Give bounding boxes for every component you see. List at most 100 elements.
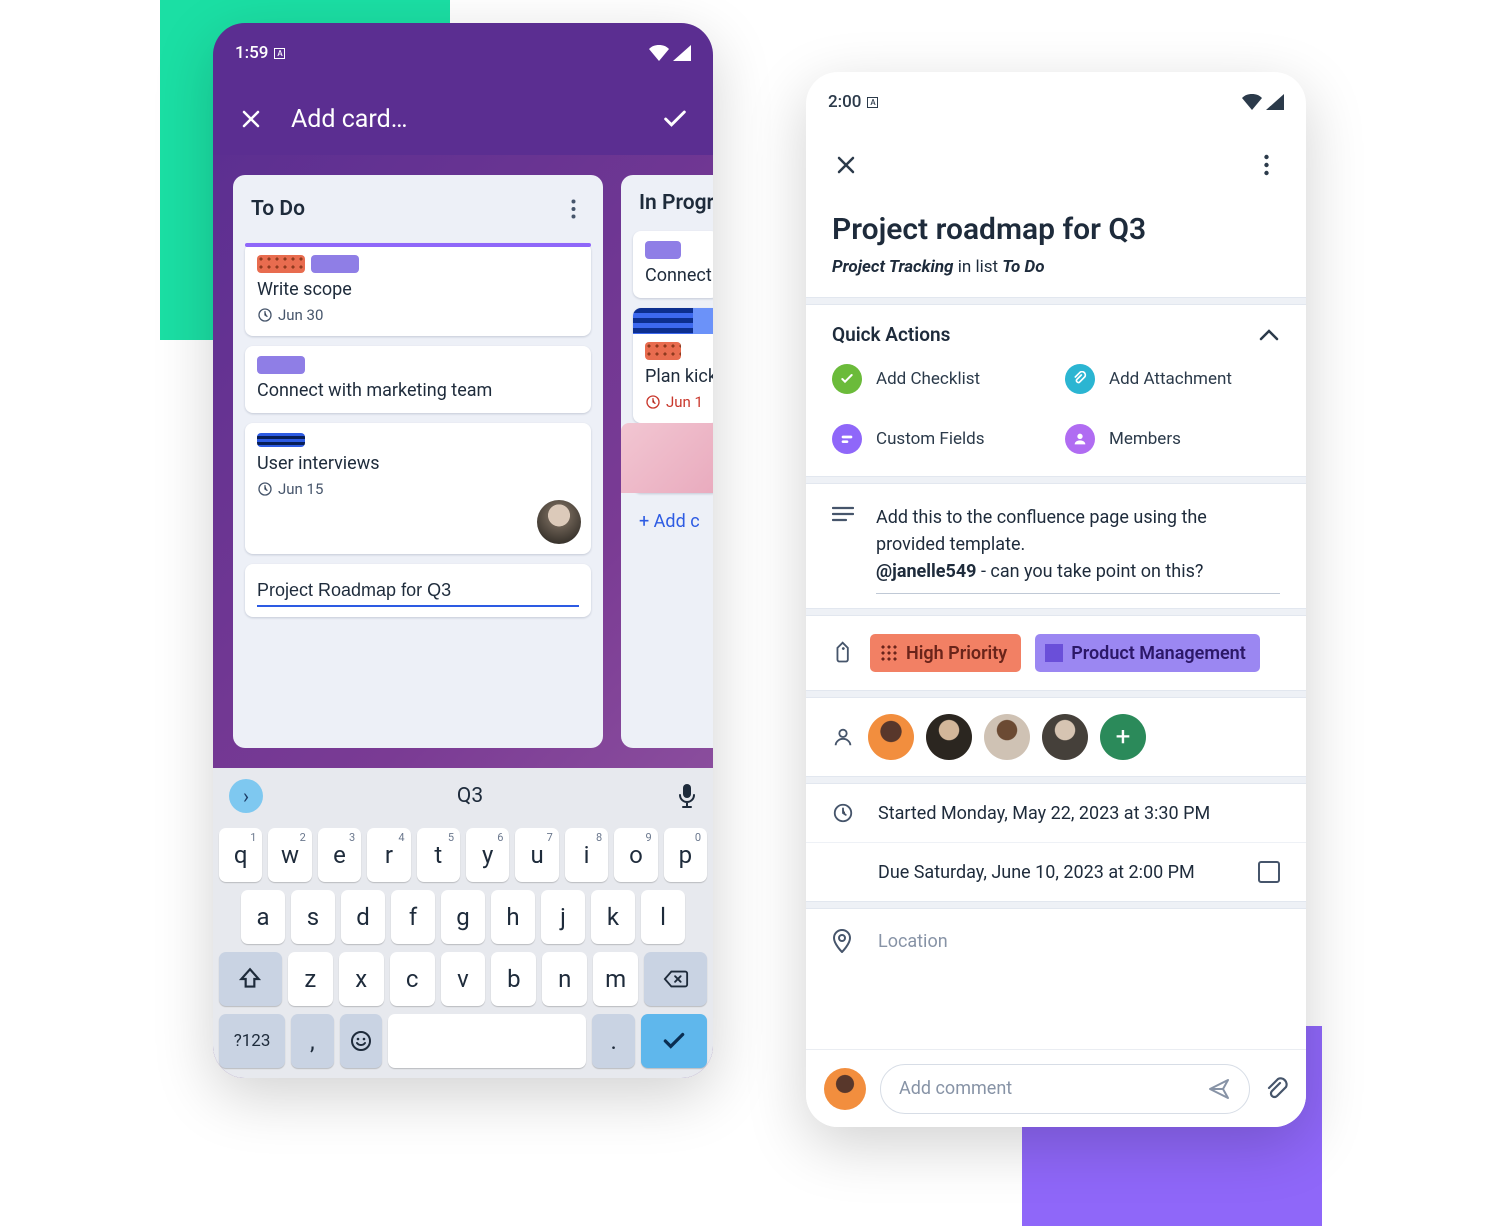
key-j[interactable]: j: [541, 890, 585, 944]
enter-key[interactable]: [641, 1014, 707, 1068]
card-connect[interactable]: Connect: [633, 231, 713, 298]
comment-placeholder: Add comment: [899, 1078, 1012, 1099]
card-title: User interviews: [257, 453, 579, 474]
keyboard-suggestion-bar: › Q3: [213, 768, 713, 824]
card-detail-body: Project roadmap for Q3 Project Tracking …: [806, 198, 1306, 1127]
card-connect-marketing[interactable]: Connect with marketing team: [245, 346, 591, 413]
key-x[interactable]: x: [339, 952, 384, 1006]
list-title: To Do: [251, 197, 561, 221]
key-y[interactable]: y6: [466, 828, 509, 882]
add-member-button[interactable]: +: [1100, 714, 1146, 760]
due-complete-checkbox[interactable]: [1258, 861, 1280, 883]
key-s[interactable]: s: [291, 890, 335, 944]
location-row[interactable]: Location: [806, 909, 1306, 953]
card-user-interviews[interactable]: User interviews Jun 15: [245, 423, 591, 554]
key-q[interactable]: q1: [219, 828, 262, 882]
custom-fields-icon: [832, 424, 862, 454]
comma-key[interactable]: ,: [291, 1014, 334, 1068]
signal-icon: [1266, 94, 1284, 110]
key-a[interactable]: a: [241, 890, 285, 944]
key-f[interactable]: f: [391, 890, 435, 944]
checklist-icon: [832, 364, 862, 394]
key-d[interactable]: d: [341, 890, 385, 944]
card-plan-kick[interactable]: Plan kick Jun 1: [633, 308, 713, 423]
key-w[interactable]: w2: [268, 828, 311, 882]
key-z[interactable]: z: [288, 952, 333, 1006]
comment-input[interactable]: Add comment: [880, 1064, 1250, 1114]
quick-actions-header[interactable]: Quick Actions: [806, 305, 1306, 364]
close-icon[interactable]: [828, 147, 864, 183]
space-key[interactable]: [388, 1014, 586, 1068]
mic-icon[interactable]: [677, 783, 697, 809]
chevron-right-icon[interactable]: ›: [229, 779, 263, 813]
key-r[interactable]: r4: [367, 828, 410, 882]
key-u[interactable]: u7: [515, 828, 558, 882]
add-card-button[interactable]: + Add c: [633, 503, 713, 540]
card-due-date-overdue: Jun 1: [645, 393, 707, 411]
list-menu-icon[interactable]: [561, 191, 585, 227]
member-avatar: [537, 500, 581, 544]
confirm-icon[interactable]: [657, 101, 693, 137]
status-bar: 1:59 A: [213, 23, 713, 83]
mention[interactable]: @janelle549: [876, 561, 977, 582]
card-title: Write scope: [257, 279, 579, 300]
card-with-cover[interactable]: [633, 433, 713, 493]
member-avatar[interactable]: [926, 714, 972, 760]
key-g[interactable]: g: [441, 890, 485, 944]
card-location-breadcrumb: Project Tracking in list To Do: [832, 257, 1280, 277]
numbers-key[interactable]: ?123: [219, 1014, 285, 1068]
quick-action-checklist[interactable]: Add Checklist: [832, 364, 1047, 394]
member-avatar[interactable]: [1042, 714, 1088, 760]
key-l[interactable]: l: [641, 890, 685, 944]
label-purple: [257, 356, 305, 374]
location-icon: [832, 929, 856, 953]
phone-add-card: 1:59 A Add card… To Do: [213, 23, 713, 1078]
key-m[interactable]: m: [593, 952, 638, 1006]
overflow-menu-icon[interactable]: [1248, 147, 1284, 183]
list-todo: To Do Write scope Jun 30 Connect with ma…: [233, 175, 603, 748]
suggestion-text[interactable]: Q3: [275, 784, 665, 808]
key-h[interactable]: h: [491, 890, 535, 944]
shift-key[interactable]: [219, 952, 282, 1006]
card-cover: [633, 308, 713, 334]
card-write-scope[interactable]: Write scope Jun 30: [245, 243, 591, 336]
key-p[interactable]: p0: [664, 828, 707, 882]
label-red: [257, 255, 305, 273]
keyboard-row-2: asdfghjkl: [219, 890, 707, 944]
key-c[interactable]: c: [390, 952, 435, 1006]
quick-action-custom-fields[interactable]: Custom Fields: [832, 424, 1047, 454]
key-k[interactable]: k: [591, 890, 635, 944]
attachment-icon: [1065, 364, 1095, 394]
member-avatar[interactable]: [984, 714, 1030, 760]
emoji-key[interactable]: [340, 1014, 383, 1068]
period-key[interactable]: .: [592, 1014, 635, 1068]
description-text: Add this to the confluence page using th…: [876, 504, 1280, 594]
key-e[interactable]: e3: [318, 828, 361, 882]
quick-action-attachment[interactable]: Add Attachment: [1065, 364, 1280, 394]
member-avatar[interactable]: [868, 714, 914, 760]
close-icon[interactable]: [233, 101, 269, 137]
card-due-date: Jun 30: [257, 306, 579, 324]
new-card-input[interactable]: [257, 580, 579, 607]
backspace-key[interactable]: [644, 952, 707, 1006]
due-date-row[interactable]: Due Saturday, June 10, 2023 at 2:00 PM: [806, 842, 1306, 901]
attachment-icon[interactable]: [1264, 1076, 1288, 1102]
description-row[interactable]: Add this to the confluence page using th…: [806, 484, 1306, 608]
labels-row[interactable]: High Priority Product Management: [806, 616, 1306, 690]
card-cover-image: [621, 423, 713, 493]
key-n[interactable]: n: [542, 952, 587, 1006]
key-t[interactable]: t5: [417, 828, 460, 882]
label-product-management[interactable]: Product Management: [1035, 634, 1260, 672]
start-date-row[interactable]: Started Monday, May 22, 2023 at 3:30 PM: [806, 784, 1306, 842]
members-row[interactable]: +: [806, 698, 1306, 776]
key-v[interactable]: v: [441, 952, 486, 1006]
quick-action-members[interactable]: Members: [1065, 424, 1280, 454]
key-b[interactable]: b: [491, 952, 536, 1006]
tag-icon: [828, 637, 861, 670]
key-o[interactable]: o9: [614, 828, 657, 882]
key-i[interactable]: i8: [565, 828, 608, 882]
keyboard-row-4: ?123 , .: [219, 1014, 707, 1068]
card-new-input[interactable]: [245, 564, 591, 617]
send-icon[interactable]: [1207, 1077, 1231, 1101]
label-high-priority[interactable]: High Priority: [870, 634, 1021, 672]
